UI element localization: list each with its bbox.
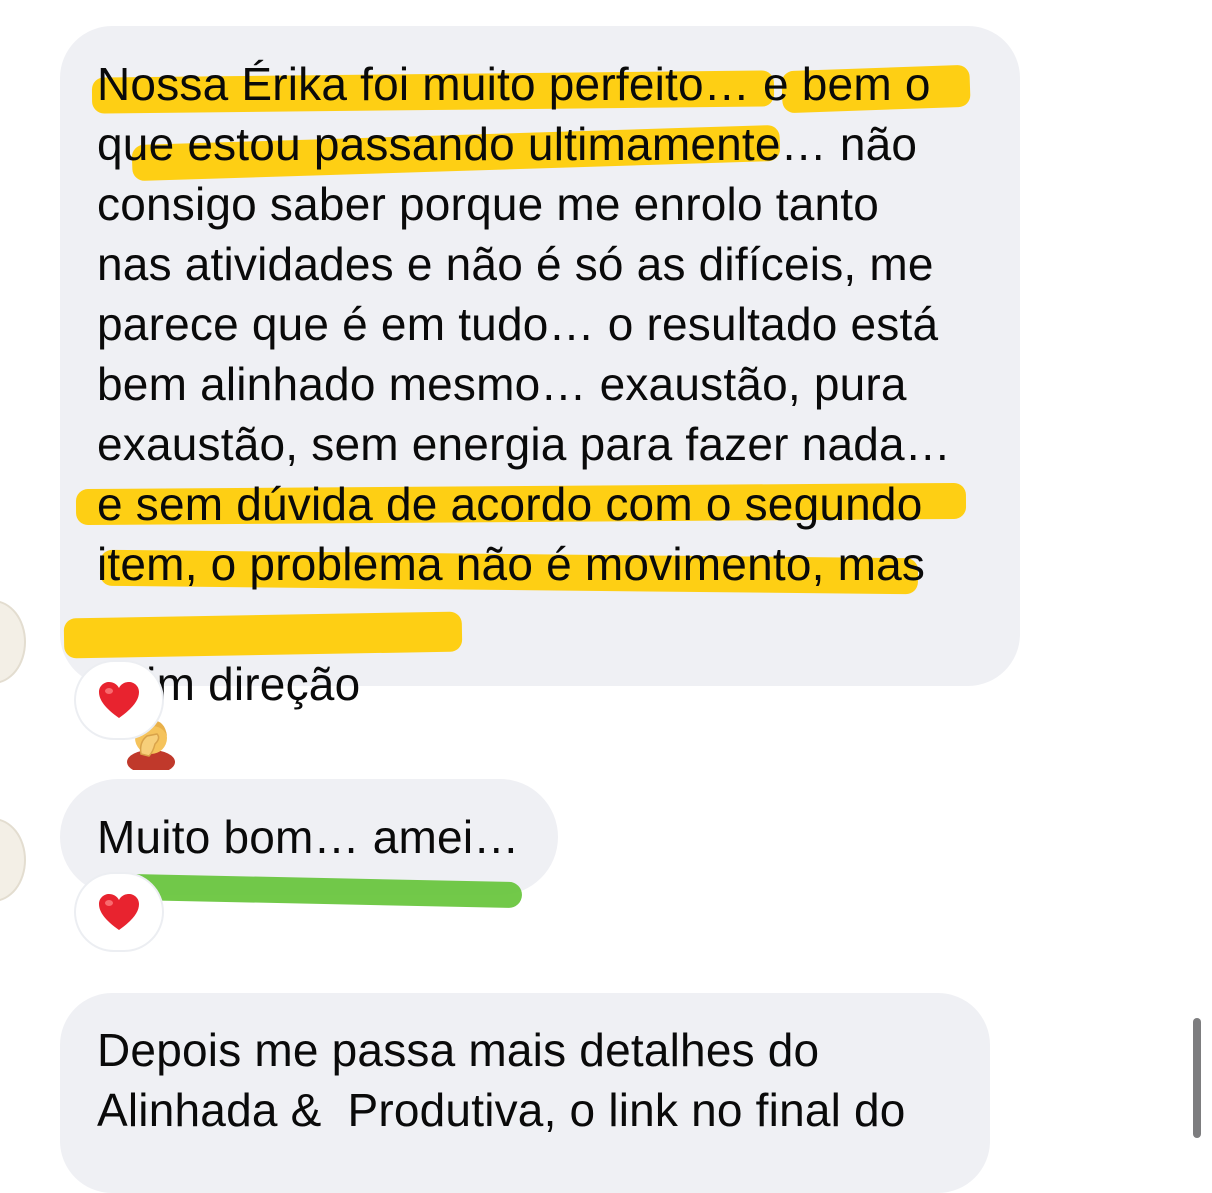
scrollbar[interactable] — [1193, 1018, 1201, 1138]
message-text-line: Depois me passa mais detalhes do — [97, 1024, 820, 1076]
red-heart-icon — [99, 894, 139, 930]
sender-avatar[interactable] — [0, 600, 26, 684]
red-heart-icon — [99, 682, 139, 718]
message-text-line: Nossa Érika foi muito perfeito… e bem o — [97, 58, 931, 110]
message-text-line: Muito bom… amei… — [97, 811, 520, 863]
message-text-line: que estou passando ultimamente… não — [97, 118, 918, 170]
message-text-line: consigo saber porque me enrolo tanto — [97, 178, 880, 230]
message-text-line: bem alinhado mesmo… exaustão, pura — [97, 358, 907, 410]
message-text-line: parece que é em tudo… o resultado está — [97, 298, 939, 350]
message-text-line: Alinhada & Produtiva, o link no final do — [97, 1084, 906, 1136]
reaction-badge[interactable] — [76, 662, 162, 738]
reaction-badge[interactable] — [76, 874, 162, 950]
message-text-line: item, o problema não é movimento, mas — [97, 538, 926, 590]
message-text-line: nas atividades e não é só as difíceis, m… — [97, 238, 934, 290]
message-text-line: e sem dúvida de acordo com o segundo — [97, 478, 923, 530]
sender-avatar[interactable] — [0, 818, 26, 902]
message-text-line: exaustão, sem energia para fazer nada… — [97, 418, 951, 470]
